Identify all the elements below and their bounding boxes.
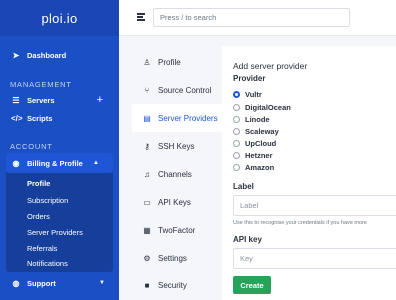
- add-provider-panel: Add server provider Provider Vultr Digit…: [222, 46, 396, 300]
- provider-option-label: Vultr: [245, 89, 262, 99]
- sidebar-item-label: Servers: [27, 95, 55, 105]
- settings-nav-label: SSH Keys: [158, 141, 195, 151]
- label-help-text: Use this to recognise your credentials i…: [233, 220, 367, 226]
- settings-nav-api-keys[interactable]: ▭ API Keys: [132, 188, 222, 216]
- settings-nav-label: API Keys: [158, 197, 191, 207]
- settings-nav-server-providers[interactable]: ▤ Server Providers: [132, 104, 222, 132]
- caret-down-icon: ▼: [99, 280, 105, 286]
- settings-nav-label: Channels: [158, 169, 192, 179]
- server-icon: ▤: [143, 113, 151, 123]
- brand-logo[interactable]: ploi.io: [41, 11, 77, 26]
- section-header-management: MANAGEMENT: [10, 80, 72, 89]
- server-icon: ☰: [12, 95, 20, 105]
- label-input[interactable]: Label: [233, 195, 396, 216]
- api-key-input[interactable]: Key: [233, 248, 396, 269]
- radio[interactable]: [233, 151, 240, 159]
- provider-option-vultr[interactable]: Vultr: [233, 89, 262, 99]
- settings-nav-source-control[interactable]: ⑂ Source Control: [132, 76, 222, 104]
- branch-icon: ⑂: [144, 85, 150, 95]
- radio[interactable]: [233, 103, 240, 111]
- label-field-label: Label: [233, 182, 254, 191]
- radio[interactable]: [233, 127, 240, 135]
- paper-plane-icon: ➤: [12, 50, 20, 60]
- provider-option-label: DigitalOcean: [245, 102, 291, 112]
- settings-nav-twofactor[interactable]: ▦ TwoFactor: [132, 216, 222, 244]
- provider-label: Provider: [233, 74, 266, 83]
- provider-option-label: Linode: [245, 114, 270, 124]
- sidebar-item-scripts[interactable]: </> Scripts: [0, 108, 119, 128]
- submenu-item-notifications[interactable]: Notifications: [27, 259, 68, 268]
- submenu-item-referrals[interactable]: Referrals: [27, 244, 57, 253]
- sidebar: ploi.io ➤ Dashboard MANAGEMENT ☰ Servers…: [0, 0, 119, 300]
- radio[interactable]: [233, 115, 240, 123]
- radio-selected[interactable]: [233, 90, 240, 98]
- sidebar-item-servers[interactable]: ☰ Servers +: [0, 90, 119, 110]
- provider-option-label: Amazon: [245, 162, 275, 172]
- sidebar-item-billing[interactable]: ◉ Billing & Profile ▲: [6, 153, 113, 173]
- provider-option-label: Hetzner: [245, 150, 273, 160]
- provider-option-label: Scaleway: [245, 126, 279, 136]
- provider-option-upcloud[interactable]: UpCloud: [233, 138, 276, 148]
- settings-nav-ssh-keys[interactable]: ⚷ SSH Keys: [132, 132, 222, 160]
- caret-up-icon: ▲: [93, 160, 99, 166]
- grid-icon: ▦: [143, 225, 151, 235]
- radio[interactable]: [233, 139, 240, 147]
- sidebar-header: ploi.io: [0, 0, 119, 36]
- provider-option-amazon[interactable]: Amazon: [233, 162, 274, 172]
- support-icon: ◍: [12, 278, 20, 288]
- bell-icon: ♫: [144, 169, 150, 179]
- provider-option-label: UpCloud: [245, 138, 277, 148]
- gear-icon: ⚙: [143, 253, 151, 263]
- code-icon: </>: [11, 113, 23, 123]
- submenu-item-profile[interactable]: Profile: [27, 179, 50, 188]
- sidebar-item-label: Scripts: [27, 113, 53, 123]
- lock-icon: ■: [144, 280, 150, 290]
- settings-nav-label: Profile: [158, 57, 181, 67]
- radio[interactable]: [233, 163, 240, 171]
- settings-nav-security[interactable]: ■ Security: [132, 271, 222, 299]
- sidebar-item-label: Support: [27, 278, 56, 288]
- sidebar-item-label: Billing & Profile: [27, 158, 83, 168]
- monitor-icon: ▭: [143, 197, 151, 207]
- settings-nav-label: Server Providers: [158, 113, 218, 123]
- settings-nav-label: Security: [158, 280, 187, 290]
- menu-toggle-icon[interactable]: [137, 13, 145, 21]
- form-title: Add server provider: [233, 61, 308, 71]
- api-key-field-label: API key: [233, 235, 262, 244]
- settings-nav-label: Settings: [158, 253, 187, 263]
- search-input[interactable]: Press / to search: [153, 8, 350, 27]
- submenu-item-orders[interactable]: Orders: [27, 212, 50, 221]
- provider-option-scaleway[interactable]: Scaleway: [233, 126, 279, 136]
- create-button[interactable]: Create: [233, 276, 271, 294]
- section-header-account: ACCOUNT: [10, 142, 53, 151]
- user-icon: ♙: [143, 57, 151, 67]
- provider-option-hetzner[interactable]: Hetzner: [233, 150, 273, 160]
- sidebar-item-support[interactable]: ◍ Support ▼: [0, 273, 119, 293]
- sidebar-item-label: Dashboard: [27, 50, 67, 60]
- submenu-item-server-providers[interactable]: Server Providers: [27, 228, 83, 237]
- provider-option-digitalocean[interactable]: DigitalOcean: [233, 102, 291, 112]
- settings-nav-channels[interactable]: ♫ Channels: [132, 160, 222, 188]
- sidebar-item-dashboard[interactable]: ➤ Dashboard: [0, 45, 119, 65]
- settings-nav-label: Source Control: [158, 85, 212, 95]
- add-server-icon[interactable]: +: [97, 94, 103, 106]
- topbar: Press / to search: [119, 0, 396, 36]
- key-icon: ⚷: [144, 141, 150, 151]
- user-circle-icon: ◉: [12, 158, 20, 168]
- settings-nav-settings[interactable]: ⚙ Settings: [132, 244, 222, 272]
- settings-nav-profile[interactable]: ♙ Profile: [132, 48, 222, 76]
- submenu-item-subscription[interactable]: Subscription: [27, 196, 68, 205]
- settings-nav-label: TwoFactor: [158, 225, 196, 235]
- provider-option-linode[interactable]: Linode: [233, 114, 270, 124]
